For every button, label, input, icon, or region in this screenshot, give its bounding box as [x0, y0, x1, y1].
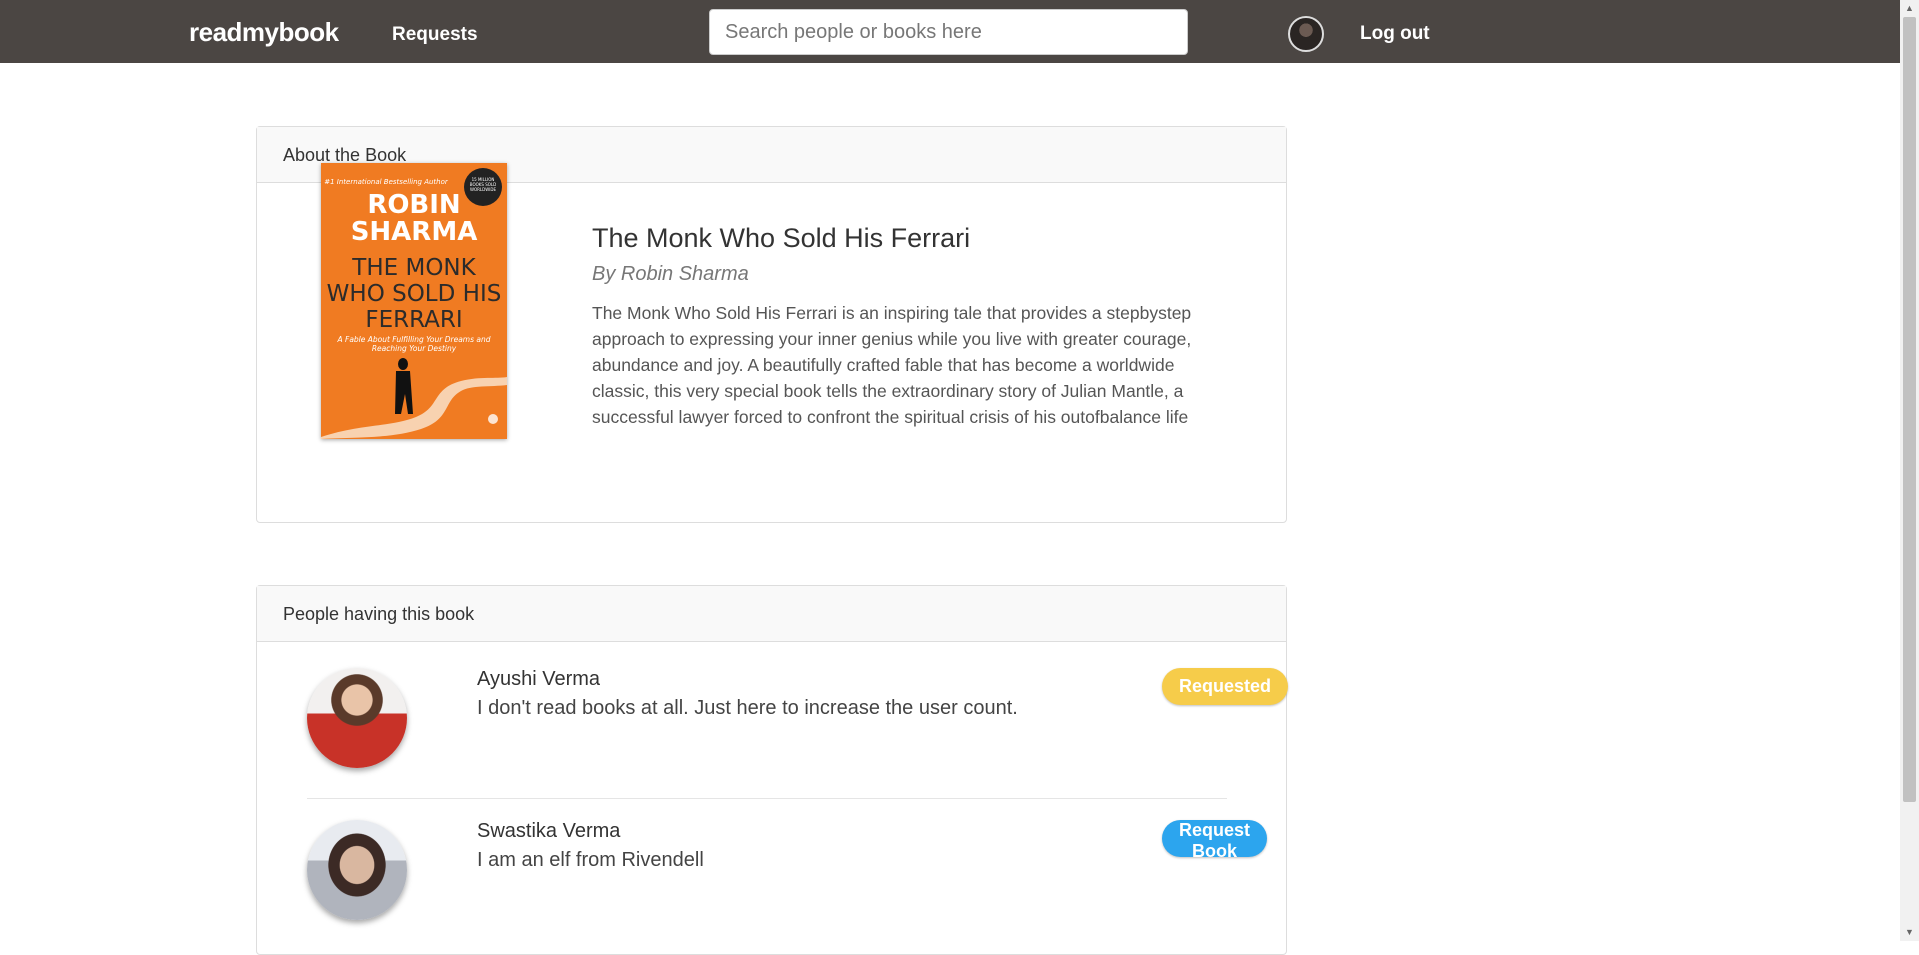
person-bio: I don't read books at all. Just here to … [477, 697, 1018, 719]
scroll-down-arrow-icon[interactable]: ▼ [1900, 924, 1919, 941]
book-cover-image: #1 International Bestselling Author 15 M… [321, 163, 507, 439]
cover-author: ROBIN SHARMA [350, 190, 478, 247]
user-avatar[interactable] [1288, 16, 1324, 52]
people-having-book-panel: People having this book Ayushi Verma I d… [256, 585, 1289, 955]
avatar[interactable] [307, 668, 407, 768]
scroll-up-arrow-icon[interactable]: ▲ [1900, 0, 1919, 17]
person-name[interactable]: Ayushi Verma [477, 668, 600, 691]
page-scrollbar[interactable]: ▲ ▼ [1900, 0, 1919, 941]
divider [307, 798, 1227, 799]
book-description: The Monk Who Sold His Ferrari is an insp… [592, 303, 1192, 427]
person-bio: I am an elf from Rivendell [477, 849, 704, 871]
about-book-panel: About the Book #1 International Bestsell… [256, 126, 1287, 523]
top-navbar: readmybook Requests Log out [0, 0, 1900, 63]
person-name[interactable]: Swastika Verma [477, 820, 620, 843]
nav-requests-link[interactable]: Requests [392, 24, 478, 46]
book-author: By Robin Sharma [592, 263, 749, 285]
cover-tagline: #1 International Bestselling Author [324, 178, 448, 186]
brand-logo[interactable]: readmybook [189, 17, 339, 48]
cover-title: THE MONK WHO SOLD HIS FERRARI [326, 255, 502, 333]
avatar[interactable] [307, 820, 407, 920]
logout-link[interactable]: Log out [1360, 23, 1430, 45]
list-item: Swastika Verma I am an elf from Rivendel… [307, 820, 1268, 940]
scroll-thumb[interactable] [1903, 17, 1916, 802]
request-book-button[interactable]: Request Book [1162, 820, 1268, 861]
list-item: Ayushi Verma I don't read books at all. … [307, 668, 1289, 788]
panel-heading: People having this book [257, 586, 1286, 642]
requested-button[interactable]: Requested [1162, 668, 1289, 705]
walking-monk-icon [321, 358, 507, 439]
search-input[interactable] [709, 9, 1188, 55]
book-title: The Monk Who Sold His Ferrari [592, 223, 971, 253]
